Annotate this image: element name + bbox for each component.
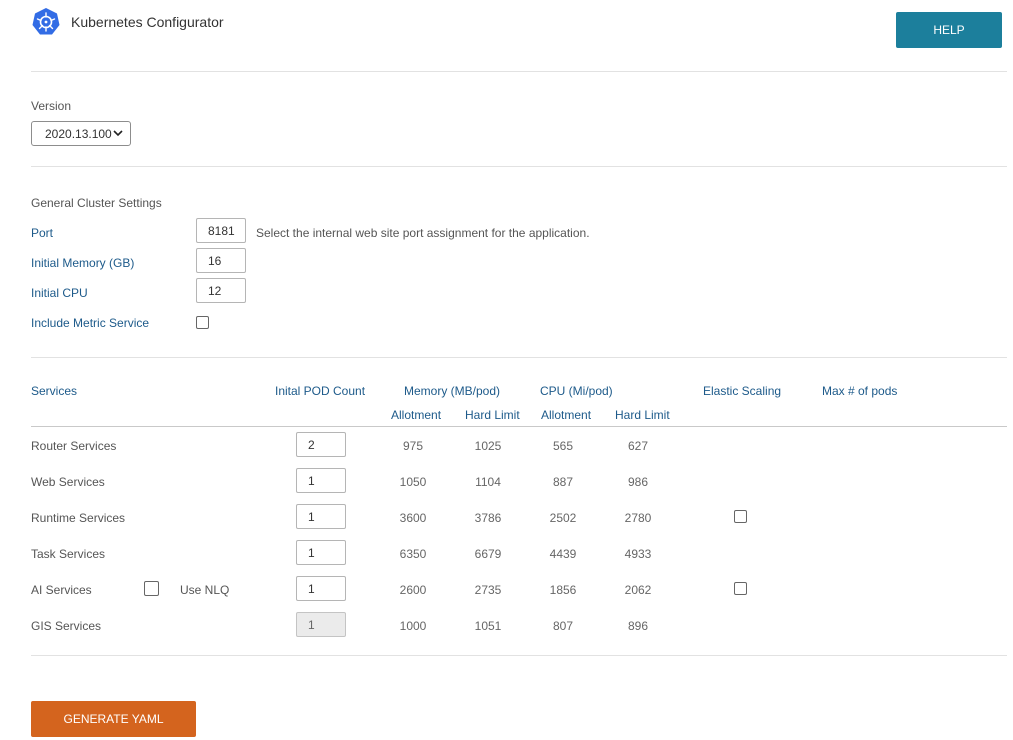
port-label: Port <box>31 226 54 240</box>
service-name: Web Services <box>31 475 105 489</box>
cpu-hard-limit-value: 2062 <box>624 583 652 597</box>
use-nlq-checkbox[interactable] <box>144 581 159 596</box>
version-label: Version <box>31 99 72 113</box>
cpu-allotment-value: 565 <box>552 439 574 453</box>
divider <box>31 357 1007 358</box>
memory-allotment-value: 3600 <box>399 511 427 525</box>
cpu-allotment-value: 2502 <box>549 511 577 525</box>
cpu-hard-limit-value: 627 <box>627 439 649 453</box>
pod-count-input-disabled: 1 <box>296 612 346 637</box>
cpu-allotment-value: 887 <box>552 475 574 489</box>
app-title: Kubernetes Configurator <box>71 14 224 30</box>
cpu-hard-limit-value: 2780 <box>624 511 652 525</box>
service-name: AI Services <box>31 583 92 597</box>
initial-cpu-input[interactable]: 12 <box>196 278 246 303</box>
max-pods-header: Max # of pods <box>822 384 898 398</box>
service-name: Runtime Services <box>31 511 126 525</box>
pod-count-input[interactable]: 1 <box>296 576 346 601</box>
cpu-hard-limit-value: 4933 <box>624 547 652 561</box>
divider <box>31 71 1007 72</box>
services-header: Services <box>31 384 78 398</box>
memory-header: Memory (MB/pod) <box>404 384 501 398</box>
memory-allotment-value: 975 <box>402 439 424 453</box>
memory-hard-limit-header: Hard Limit <box>465 408 520 422</box>
chevron-down-icon <box>113 130 123 137</box>
memory-allotment-value: 6350 <box>399 547 427 561</box>
metric-service-label: Include Metric Service <box>31 316 150 330</box>
memory-allotment-header: Allotment <box>391 408 442 422</box>
elastic-scaling-checkbox[interactable] <box>734 582 747 595</box>
kubernetes-logo-icon <box>32 8 60 35</box>
help-button[interactable]: HELP <box>896 12 1002 48</box>
elastic-scaling-header: Elastic Scaling <box>703 384 782 398</box>
pod-count-input[interactable]: 1 <box>296 504 346 529</box>
port-input[interactable]: 8181 <box>196 218 246 243</box>
divider <box>31 166 1007 167</box>
pod-count-input[interactable]: 2 <box>296 432 346 457</box>
pod-count-header: Inital POD Count <box>275 384 366 398</box>
use-nlq-label: Use NLQ <box>180 583 230 597</box>
initial-memory-label: Initial Memory (GB) <box>31 256 135 270</box>
cpu-allotment-header: Allotment <box>541 408 592 422</box>
pod-count-input[interactable]: 1 <box>296 468 346 493</box>
section-title-general: General Cluster Settings <box>31 196 162 210</box>
generate-yaml-button[interactable]: GENERATE YAML <box>31 701 196 737</box>
divider <box>31 655 1007 656</box>
memory-hard-limit-value: 1104 <box>475 475 501 489</box>
memory-allotment-value: 1000 <box>399 619 427 633</box>
pod-count-input[interactable]: 1 <box>296 540 346 565</box>
initial-cpu-label: Initial CPU <box>31 286 88 300</box>
memory-hard-limit-value: 3786 <box>474 511 502 525</box>
memory-hard-limit-value: 1051 <box>474 619 502 633</box>
cpu-hard-limit-value: 896 <box>627 619 649 633</box>
memory-hard-limit-value: 1025 <box>474 439 502 453</box>
cpu-hard-limit-value: 986 <box>627 475 649 489</box>
memory-allotment-value: 2600 <box>399 583 427 597</box>
initial-memory-input[interactable]: 16 <box>196 248 246 273</box>
service-name: Task Services <box>31 547 106 561</box>
service-name: Router Services <box>31 439 117 453</box>
service-name: GIS Services <box>31 619 102 633</box>
cpu-allotment-value: 4439 <box>549 547 577 561</box>
memory-hard-limit-value: 6679 <box>474 547 502 561</box>
cpu-hard-limit-header: Hard Limit <box>615 408 670 422</box>
table-header-divider <box>31 426 1007 427</box>
version-selected-value: 2020.13.100 <box>45 126 112 141</box>
cpu-header: CPU (Mi/pod) <box>540 384 613 398</box>
cpu-allotment-value: 1856 <box>549 583 577 597</box>
version-select[interactable]: 2020.13.100 <box>31 121 131 146</box>
elastic-scaling-checkbox[interactable] <box>734 510 747 523</box>
memory-allotment-value: 1050 <box>399 475 427 489</box>
metric-service-checkbox[interactable] <box>196 316 209 329</box>
cpu-allotment-value: 807 <box>552 619 574 633</box>
memory-hard-limit-value: 2735 <box>474 583 502 597</box>
port-hint: Select the internal web site port assign… <box>256 226 590 240</box>
